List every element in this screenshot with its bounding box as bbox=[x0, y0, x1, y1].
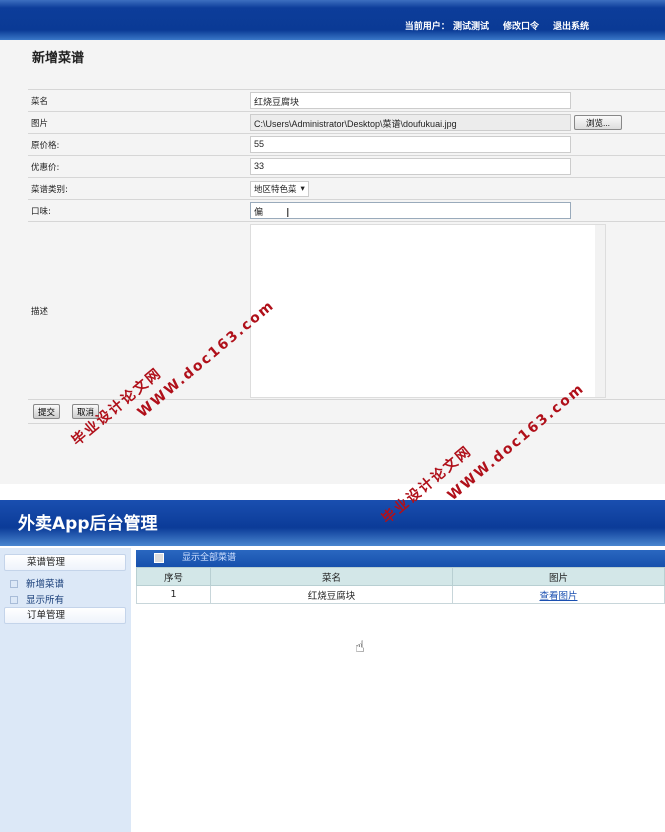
col-header: 序号 bbox=[136, 567, 211, 586]
image-label: 图片 bbox=[31, 118, 49, 129]
sidebar-item-recipe-management[interactable]: 菜谱管理 bbox=[4, 554, 126, 571]
recipe-table: 序号 菜名 图片 1 红烧豆腐块 查看图片 bbox=[136, 567, 665, 604]
change-password-link[interactable]: 修改口令 bbox=[503, 19, 539, 32]
category-value: 地区特色菜 bbox=[254, 184, 297, 195]
col-header: 菜名 bbox=[210, 567, 453, 586]
logout-link[interactable]: 退出系统 bbox=[553, 19, 589, 32]
sidebar: 菜谱管理 新增菜谱 显示所有 订单管理 bbox=[0, 548, 131, 832]
sidebar-item-add-recipe[interactable]: 新增菜谱 bbox=[10, 576, 64, 590]
admin-screen: 外卖App后台管理 菜谱管理 新增菜谱 显示所有 订单管理 显示全部菜谱 序号菜… bbox=[0, 500, 665, 832]
col-header: 图片 bbox=[452, 567, 665, 586]
main-content: 显示全部菜谱 序号 菜名 图片 1 红烧豆腐块 查看图片 bbox=[136, 550, 665, 604]
item-icon bbox=[10, 580, 18, 588]
category-select[interactable]: 地区特色菜 ▾ bbox=[250, 180, 309, 197]
page-title: 新增菜谱 bbox=[32, 51, 85, 66]
item-icon bbox=[10, 596, 18, 604]
text-cursor-icon: I bbox=[286, 206, 290, 220]
hand-pointer-icon: ☝ bbox=[355, 637, 365, 656]
description-textarea[interactable] bbox=[250, 223, 606, 398]
original-price-input[interactable]: 55 bbox=[250, 136, 571, 153]
current-user: 当前用户： 测试测试 bbox=[405, 19, 489, 32]
sidebar-item-order-management[interactable]: 订单管理 bbox=[4, 607, 126, 624]
recipe-form: 菜名 红烧豆腐块 图片 C:\Users\Administrator\Desktop… bbox=[28, 89, 665, 424]
app-title: 外卖App后台管理 bbox=[18, 514, 158, 534]
original-price-label: 原价格: bbox=[31, 140, 60, 151]
browse-button[interactable]: 浏览... bbox=[574, 115, 622, 130]
name-input[interactable]: 红烧豆腐块 bbox=[250, 92, 571, 109]
scrollbar[interactable] bbox=[595, 224, 605, 397]
image-file-input[interactable]: C:\Users\Administrator\Desktop\菜谱\doufuk… bbox=[250, 114, 571, 131]
category-label: 菜谱类别: bbox=[31, 184, 68, 195]
section-header: 显示全部菜谱 bbox=[136, 550, 665, 567]
current-user-label: 当前用户： bbox=[404, 22, 450, 32]
table-row: 1 红烧豆腐块 查看图片 bbox=[136, 585, 665, 604]
cell-image: 查看图片 bbox=[452, 585, 665, 604]
taste-input[interactable]: 偏 bbox=[250, 202, 571, 219]
submit-button[interactable]: 提交 bbox=[33, 404, 61, 419]
cell-name: 红烧豆腐块 bbox=[210, 585, 453, 604]
discount-price-input[interactable]: 33 bbox=[250, 158, 571, 175]
taste-label: 口味: bbox=[31, 206, 51, 217]
sidebar-item-label: 新增菜谱 bbox=[26, 579, 65, 590]
chevron-down-icon: ▾ bbox=[300, 183, 305, 194]
sidebar-item-label: 显示所有 bbox=[26, 595, 65, 606]
top-header: 当前用户： 测试测试 修改口令 退出系统 bbox=[0, 0, 665, 40]
user-name: 测试测试 bbox=[452, 22, 489, 32]
name-label: 菜名 bbox=[31, 96, 49, 107]
play-icon bbox=[154, 553, 164, 563]
section-title: 显示全部菜谱 bbox=[182, 553, 237, 563]
view-image-link[interactable]: 查看图片 bbox=[539, 591, 577, 602]
description-label: 描述 bbox=[31, 306, 49, 317]
cell-index: 1 bbox=[136, 585, 211, 604]
sidebar-item-show-all[interactable]: 显示所有 bbox=[10, 592, 64, 606]
admin-header: 外卖App后台管理 bbox=[0, 500, 665, 546]
discount-price-label: 优惠价: bbox=[31, 162, 60, 173]
